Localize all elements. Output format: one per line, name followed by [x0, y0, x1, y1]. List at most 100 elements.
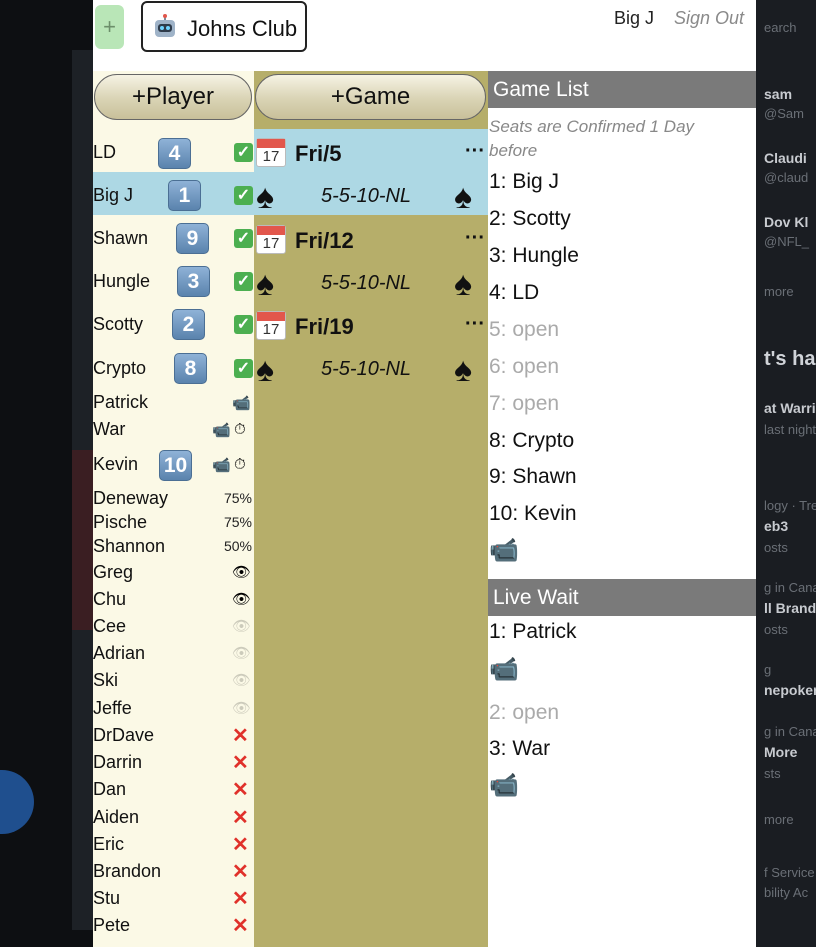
add-game-button[interactable]: +Game — [255, 74, 486, 120]
spade-icon: ♠ — [256, 265, 275, 303]
declined-x-icon: ✕ — [232, 807, 249, 829]
calendar-icon: 17 — [256, 225, 286, 254]
declined-x-icon: ✕ — [232, 752, 249, 774]
more-options-icon[interactable]: ··· — [465, 227, 485, 250]
background-text: eb3 — [764, 518, 789, 534]
player-name: Stu — [93, 888, 121, 908]
declined-x-icon: ✕ — [232, 888, 249, 910]
seat-entry[interactable]: 8: Crypto — [489, 429, 574, 453]
sign-out-link[interactable]: Sign Out — [674, 8, 744, 29]
seat-entry[interactable]: 1: Big J — [489, 170, 559, 194]
more-options-icon[interactable]: ··· — [465, 313, 485, 336]
eye-icon: 👁 — [232, 564, 252, 581]
background-text: g — [764, 662, 772, 677]
background-text: at Warri — [764, 400, 816, 416]
player-name: Pische — [93, 512, 148, 532]
background-text: Claudi — [764, 150, 807, 166]
calendar-icon: 17 — [256, 311, 286, 340]
seat-entry[interactable]: 2: Scotty — [489, 207, 571, 231]
seat-entry-open[interactable]: 7: open — [489, 392, 559, 416]
confirmed-check-icon: ✓ — [234, 272, 253, 291]
seat-entry[interactable]: 3: Hungle — [489, 244, 579, 268]
seat-number-badge: 10 — [159, 450, 192, 481]
background-text: osts — [764, 540, 788, 555]
add-club-button[interactable]: + — [95, 5, 124, 49]
seat-entry[interactable]: 4: LD — [489, 281, 539, 305]
seat-entry[interactable]: 10: Kevin — [489, 502, 577, 526]
wait-entry[interactable]: 3: War — [489, 737, 550, 761]
confirmed-check-icon: ✓ — [234, 229, 253, 248]
video-camera-icon[interactable]: 📹 — [489, 655, 519, 684]
game-date: Fri/19 — [295, 314, 354, 339]
spade-icon: ♠ — [454, 351, 473, 389]
declined-x-icon: ✕ — [232, 915, 249, 937]
declined-x-icon: ✕ — [232, 861, 249, 883]
club-select-button[interactable]: Johns Club — [141, 1, 307, 52]
player-name: Darrin — [93, 752, 143, 772]
player-name: Shannon — [93, 536, 166, 556]
eye-icon: 👁 — [232, 700, 252, 717]
player-name: LD — [93, 142, 117, 162]
eye-icon: 👁 — [232, 672, 252, 689]
attendance-percent: 75% — [223, 514, 252, 530]
video-camera-icon: 📹 — [232, 395, 251, 412]
attendance-percent: 50% — [223, 538, 252, 554]
player-name: Cee — [93, 616, 127, 636]
club-app: + Johns Club Big J Sign Out +Player +Gam… — [93, 0, 756, 947]
declined-x-icon: ✕ — [232, 779, 249, 801]
more-options-icon[interactable]: ··· — [465, 140, 485, 163]
eye-icon: 👁 — [232, 591, 252, 608]
selected-row-highlight — [93, 172, 488, 215]
background-compose-button — [0, 770, 34, 834]
seat-entry-open[interactable]: 6: open — [489, 355, 559, 379]
background-strip — [72, 50, 93, 450]
club-name: Johns Club — [187, 16, 298, 41]
background-text: osts — [764, 622, 788, 637]
spade-icon: ♠ — [454, 265, 473, 303]
spade-icon: ♠ — [454, 178, 473, 216]
video-camera-icon: 📹 — [212, 457, 231, 474]
background-text: Dov Kl — [764, 214, 809, 230]
background-text: @claud — [764, 170, 809, 185]
player-name: Pete — [93, 915, 131, 935]
confirmed-check-icon: ✓ — [234, 359, 253, 378]
player-name: Shawn — [93, 228, 149, 248]
player-name: Dan — [93, 779, 127, 799]
game-list-header: Game List — [488, 71, 756, 108]
background-right: earch sam @Sam Claudi @claud Dov Kl @NFL… — [756, 0, 816, 947]
player-name: Kevin — [93, 454, 139, 474]
background-text: g in Cana — [764, 580, 816, 595]
background-text: sam — [764, 86, 793, 102]
player-name: Eric — [93, 834, 124, 854]
background-text: earch — [764, 20, 797, 35]
attendance-percent: 75% — [223, 490, 252, 506]
seat-number-badge: 4 — [158, 138, 191, 169]
calendar-icon: 17 — [256, 138, 286, 167]
eye-icon: 👁 — [232, 645, 252, 662]
background-text: t's hap — [764, 348, 816, 370]
player-name: Deneway — [93, 488, 169, 508]
wait-entry[interactable]: 1: Patrick — [489, 620, 577, 644]
game-type: 5-5-10-NL — [321, 185, 412, 207]
background-left — [0, 0, 93, 947]
spade-icon: ♠ — [256, 351, 275, 389]
video-camera-icon[interactable]: 📹 — [489, 771, 519, 800]
spade-icon: ♠ — [256, 178, 275, 216]
seat-entry[interactable]: 9: Shawn — [489, 465, 577, 489]
video-camera-icon[interactable]: 📹 — [489, 536, 519, 565]
stopwatch-icon: ⏱ — [234, 456, 246, 473]
background-text: @Sam — [764, 106, 804, 121]
declined-x-icon: ✕ — [232, 834, 249, 856]
wait-entry-open[interactable]: 2: open — [489, 701, 559, 725]
seat-number-badge: 3 — [177, 266, 210, 297]
add-player-button[interactable]: +Player — [94, 74, 252, 120]
current-user[interactable]: Big J — [614, 8, 654, 29]
selected-game-highlight — [254, 129, 488, 172]
background-text: more — [764, 812, 794, 827]
seat-entry-open[interactable]: 5: open — [489, 318, 559, 342]
confirmed-check-icon: ✓ — [234, 186, 253, 205]
eye-icon: 👁 — [232, 618, 252, 635]
player-name: War — [93, 419, 126, 439]
background-text: f Service — [764, 865, 815, 880]
player-name: Jeffe — [93, 698, 132, 718]
